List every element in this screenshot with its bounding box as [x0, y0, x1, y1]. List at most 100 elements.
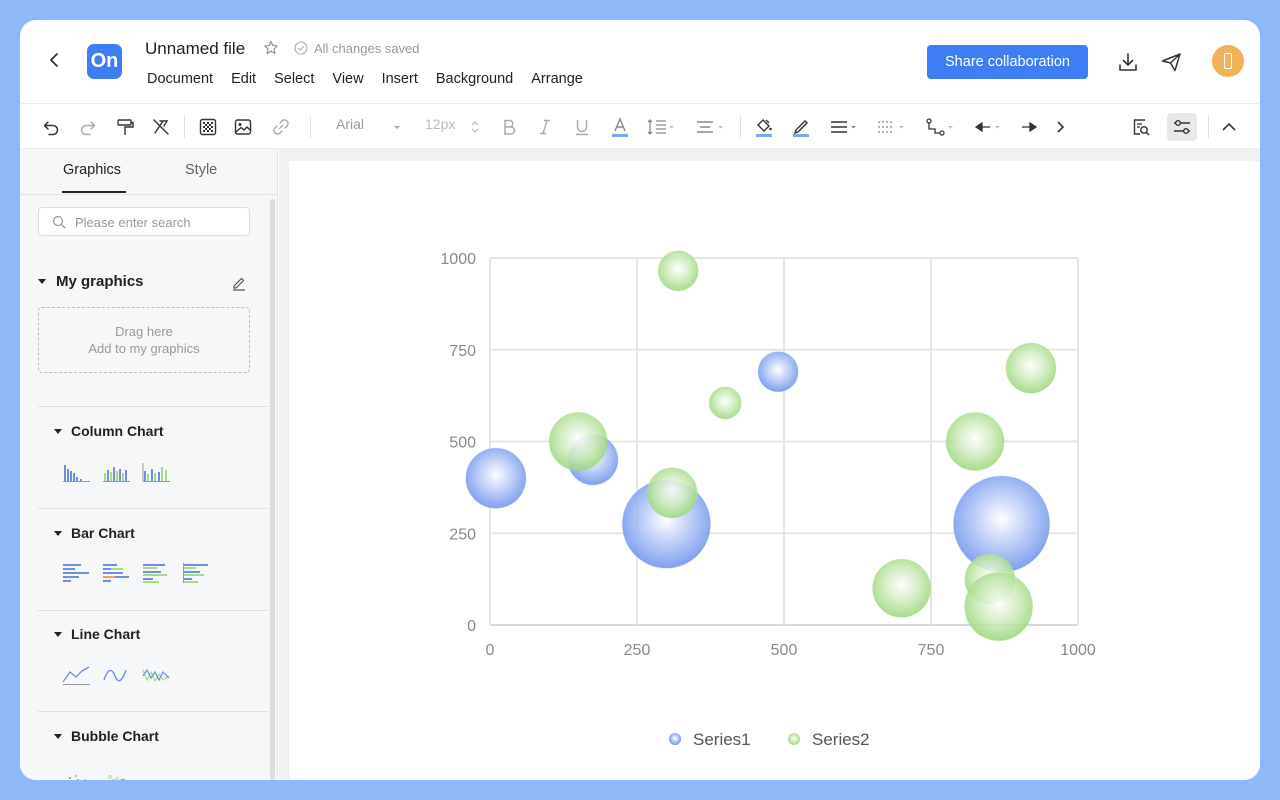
avatar[interactable]: [1212, 45, 1244, 77]
x-tick-label: 750: [918, 642, 945, 659]
bubble-series2[interactable]: [708, 386, 742, 420]
column-chart-thumb[interactable]: [62, 461, 92, 483]
tab-graphics[interactable]: Graphics: [63, 162, 121, 178]
bar-chart-thumb[interactable]: [62, 562, 92, 584]
line-style-icon[interactable]: [875, 116, 909, 138]
menu-arrange[interactable]: Arrange: [531, 71, 583, 87]
grouped-bar-thumb[interactable]: [142, 562, 172, 584]
bubble-series1[interactable]: [757, 351, 799, 393]
group-title: Line Chart: [71, 626, 141, 642]
back-icon[interactable]: [44, 50, 64, 70]
bubble-series2[interactable]: [646, 467, 698, 519]
line-chart-group[interactable]: Line Chart: [54, 626, 140, 642]
header: On Unnamed file All changes saved Docume…: [20, 20, 1260, 103]
search-replace-icon[interactable]: [1130, 116, 1152, 138]
fill-pattern-icon[interactable]: [197, 116, 219, 138]
bubble-series2[interactable]: [964, 572, 1034, 642]
bubble-series2[interactable]: [1005, 342, 1057, 394]
align-icon[interactable]: [693, 116, 727, 138]
chevron-down-icon[interactable]: [391, 116, 403, 138]
bar-axis-thumb[interactable]: [182, 562, 212, 584]
canvas-area: 0 250 500 750 1000 0 250 500 750 1000 Series1 Seri…: [279, 149, 1260, 780]
bubble-outline-thumb[interactable]: [102, 766, 132, 780]
sidebar-scrollbar[interactable]: [270, 199, 275, 780]
menu-background[interactable]: Background: [436, 71, 513, 87]
legend-label[interactable]: Series1: [693, 730, 751, 749]
bubble-chart-group[interactable]: Bubble Chart: [54, 728, 159, 744]
caret-down-icon: [54, 530, 62, 536]
column-chart-group[interactable]: Column Chart: [54, 423, 164, 439]
menu-edit[interactable]: Edit: [231, 71, 256, 87]
group-divider: [38, 711, 268, 712]
search-icon: [52, 215, 66, 229]
smooth-line-thumb[interactable]: [102, 664, 132, 686]
file-title[interactable]: Unnamed file: [145, 39, 245, 59]
bubble-series2[interactable]: [872, 558, 932, 618]
font-family-select[interactable]: Arial: [336, 116, 364, 132]
menu-select[interactable]: Select: [274, 71, 314, 87]
share-button[interactable]: Share collaboration: [927, 45, 1088, 79]
graphics-drop-zone[interactable]: Drag here Add to my graphics: [38, 307, 250, 373]
y-tick-label: 750: [449, 343, 476, 360]
my-graphics-title: My graphics: [56, 273, 144, 290]
stacked-column-thumb[interactable]: [102, 461, 132, 483]
line-color-icon[interactable]: [790, 116, 812, 138]
app-window: On Unnamed file All changes saved Docume…: [20, 20, 1260, 780]
search-box: [38, 207, 250, 236]
active-tab-indicator: [62, 191, 126, 193]
send-icon[interactable]: [1160, 51, 1182, 73]
y-tick-label: 500: [449, 435, 476, 452]
caret-down-icon: [54, 733, 62, 739]
download-icon[interactable]: [1117, 51, 1139, 73]
grouped-column-thumb[interactable]: [142, 461, 172, 483]
arrow-end-icon[interactable]: [1018, 116, 1040, 138]
chevron-right-icon[interactable]: [1051, 116, 1069, 138]
collapse-toolbar-icon[interactable]: [1218, 116, 1240, 138]
link-icon[interactable]: [270, 116, 292, 138]
canvas-page[interactable]: 0 250 500 750 1000 0 250 500 750 1000 Series1 Seri…: [289, 161, 1260, 780]
format-painter-icon[interactable]: [114, 116, 136, 138]
undo-icon[interactable]: [40, 116, 62, 138]
stacked-bar-thumb[interactable]: [102, 562, 132, 584]
caret-down-icon: [54, 428, 62, 434]
connector-icon[interactable]: [924, 116, 958, 138]
y-tick-label: 250: [449, 526, 476, 543]
search-input[interactable]: [75, 213, 245, 231]
clear-format-icon[interactable]: [150, 116, 172, 138]
line-chart-thumb[interactable]: [62, 664, 92, 686]
arrow-start-icon[interactable]: [971, 116, 1005, 138]
edit-icon[interactable]: [231, 275, 247, 291]
menu-document[interactable]: Document: [147, 71, 213, 87]
legend-label[interactable]: Series2: [812, 730, 870, 749]
underline-icon[interactable]: [571, 116, 593, 138]
font-size-input[interactable]: 12px: [425, 116, 455, 132]
settings-panel-icon[interactable]: [1167, 113, 1197, 141]
menu-view[interactable]: View: [332, 71, 363, 87]
stepper-icon[interactable]: [469, 116, 481, 138]
italic-icon[interactable]: [534, 116, 556, 138]
star-icon[interactable]: [263, 40, 279, 56]
multi-line-thumb[interactable]: [142, 664, 172, 686]
redo-icon[interactable]: [77, 116, 99, 138]
toolbar-divider: [184, 116, 185, 138]
line-height-icon[interactable]: [645, 116, 677, 138]
bubble-series1[interactable]: [465, 447, 527, 509]
fill-color-icon[interactable]: [753, 116, 775, 138]
bubble-chart[interactable]: 0 250 500 750 1000 0 250 500 750 1000 Series1 Seri…: [289, 161, 1260, 780]
line-width-icon[interactable]: [828, 116, 860, 138]
drop-zone-line1: Drag here: [115, 324, 173, 339]
image-icon[interactable]: [232, 116, 254, 138]
bubble-chart-thumb[interactable]: [62, 766, 92, 780]
bubble-series2[interactable]: [945, 412, 1005, 471]
my-graphics-header[interactable]: My graphics: [38, 273, 144, 290]
bubble-series2[interactable]: [657, 250, 699, 292]
drop-zone-line2: Add to my graphics: [88, 341, 200, 356]
toolbar: Arial 12px: [20, 103, 1260, 149]
group-divider: [38, 508, 268, 509]
bubble-series2[interactable]: [548, 412, 608, 471]
font-color-icon[interactable]: [609, 116, 631, 138]
bar-chart-group[interactable]: Bar Chart: [54, 525, 135, 541]
tab-style[interactable]: Style: [185, 162, 217, 178]
bold-icon[interactable]: [498, 116, 520, 138]
menu-insert[interactable]: Insert: [382, 71, 418, 87]
